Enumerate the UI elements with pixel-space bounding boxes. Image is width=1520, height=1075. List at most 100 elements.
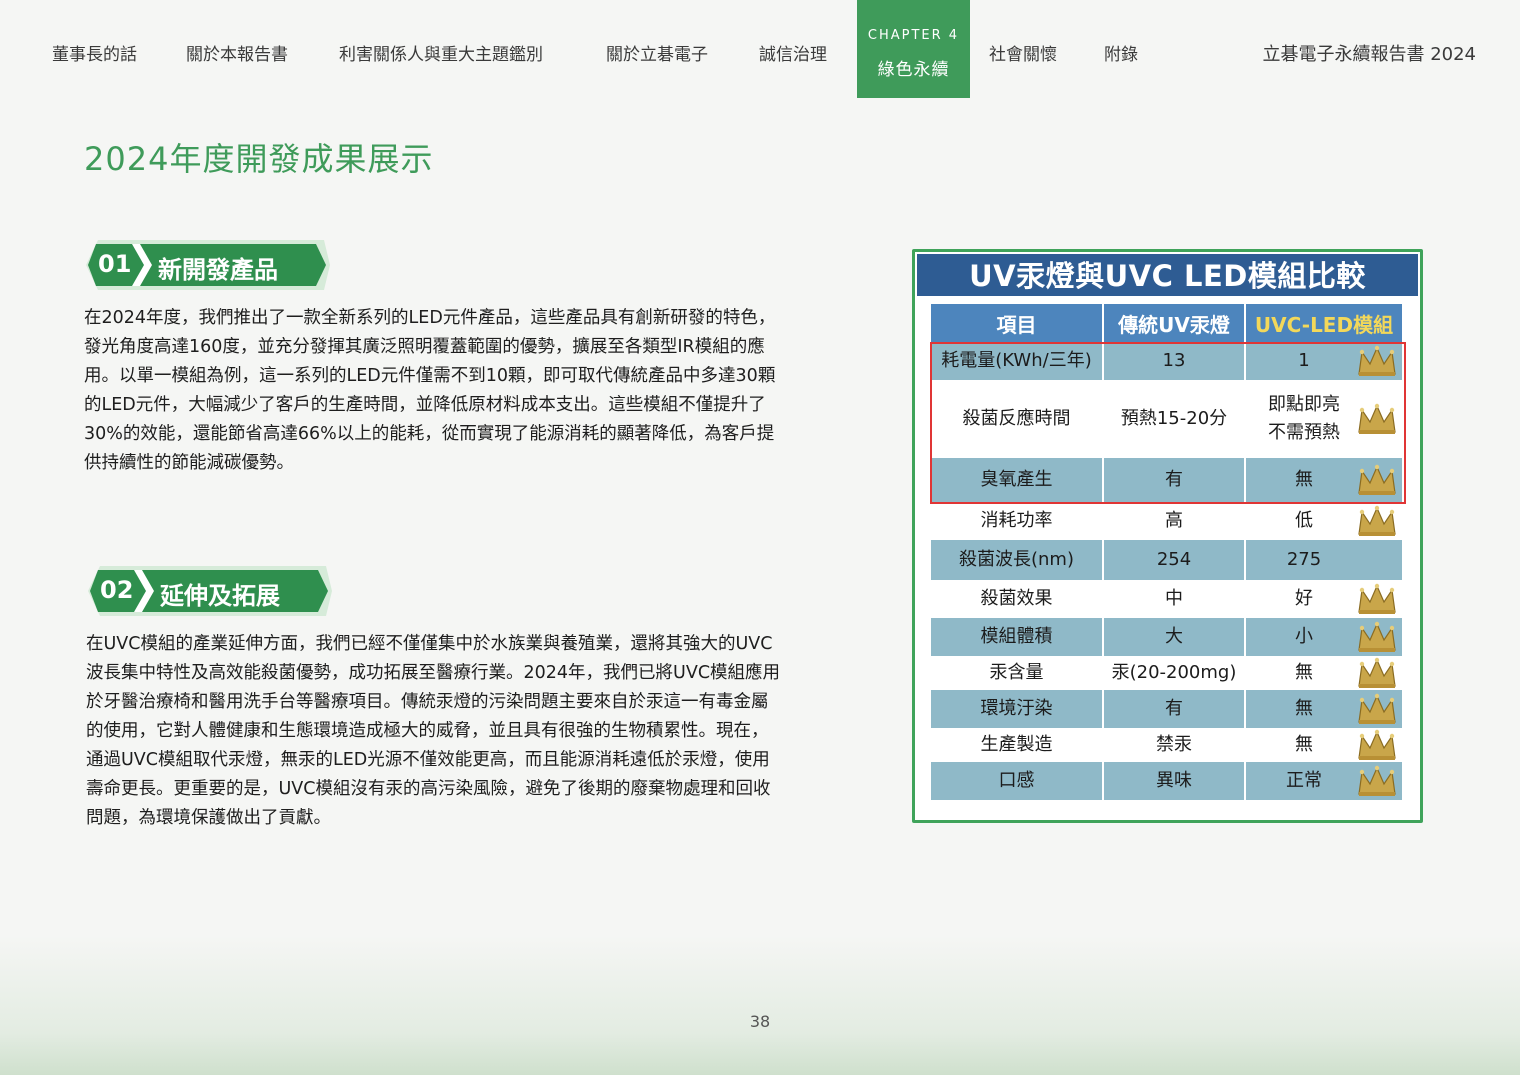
page-number: 38 (749, 1012, 771, 1031)
comparison-table-body: 耗電量(KWh/三年) 13 1 殺菌反應時間 預熱15-20分 即點即亮 不需預熱臭氧產… (931, 342, 1404, 800)
crown-icon (1356, 402, 1398, 436)
table-header-row: 項目 傳統UV汞燈 UVC-LED模組 (931, 304, 1404, 342)
cell-item: 殺菌效果 (931, 580, 1104, 618)
cell-traditional: 大 (1103, 618, 1246, 656)
cell-uvc-led-text: 低 (1295, 510, 1313, 531)
nav-item-about-report[interactable]: 關於本報告書 (186, 40, 288, 65)
cell-traditional: 汞(20-200mg) (1103, 656, 1246, 690)
cell-traditional-text: 汞(20-200mg) (1111, 662, 1237, 683)
section-number: 01 (98, 250, 132, 278)
cell-uvc-led-text: 無 (1295, 698, 1313, 719)
crown-icon (1356, 620, 1398, 654)
cell-traditional-text: 高 (1165, 510, 1183, 531)
section-number: 02 (100, 576, 134, 604)
table-row: 殺菌反應時間 預熱15-20分 即點即亮 不需預熱 (931, 380, 1404, 458)
section-label: 延伸及拓展 (160, 582, 280, 610)
cell-traditional: 有 (1103, 690, 1246, 728)
cell-item: 口感 (931, 762, 1104, 800)
crown-icon (1356, 656, 1398, 690)
comparison-table: 項目 傳統UV汞燈 UVC-LED模組 耗電量(KWh/三年) 13 1 殺菌反應時間… (931, 304, 1404, 800)
comparison-panel: UV汞燈與UVC LED模組比較 項目 傳統UV汞燈 UVC-LED模組 耗電量… (912, 249, 1423, 823)
crown-icon (1356, 764, 1398, 798)
table-row: 生產製造 禁汞 無 (931, 728, 1404, 762)
cell-traditional-text: 有 (1165, 698, 1183, 719)
cell-item: 殺菌波長(nm) (931, 540, 1104, 580)
cell-traditional-text: 禁汞 (1156, 734, 1192, 755)
table-row: 模組體積 大 小 (931, 618, 1404, 656)
cell-uvc-led-text: 無 (1295, 734, 1313, 755)
paragraph-line: 波長集中特性及高效能殺菌優勢，成功拓展至醫療行業。2024年，我們已將UVC模組… (86, 663, 781, 683)
cell-traditional: 高 (1103, 502, 1246, 540)
paragraph-line: 供持續性的節能減碳優勢。 (84, 453, 294, 473)
paragraph-line: 問題，為環境保護做出了貢獻。 (86, 808, 331, 828)
cell-uvc-led: 無 (1245, 690, 1404, 728)
cell-item-text: 臭氧產生 (980, 469, 1053, 490)
cell-uvc-led: 無 (1245, 458, 1404, 502)
nav-item-social[interactable]: 社會關懷 (989, 40, 1057, 65)
header-item: 項目 (931, 304, 1104, 342)
cell-uvc-led: 好 (1245, 580, 1404, 618)
cell-uvc-led: 275 (1245, 540, 1404, 580)
nav-item-governance[interactable]: 誠信治理 (759, 40, 827, 65)
nav-item-about-company[interactable]: 關於立碁電子 (606, 40, 708, 65)
cell-item-text: 消耗功率 (980, 510, 1053, 531)
cell-item-text: 汞含量 (989, 662, 1044, 683)
paragraph-line: 的使用，它對人體健康和生態環境造成極大的威脅，並且具有很強的生物積累性。現在， (86, 721, 769, 741)
cell-traditional-text: 13 (1162, 350, 1186, 371)
table-row: 消耗功率 高 低 (931, 502, 1404, 540)
cell-uvc-led-text: 好 (1295, 588, 1313, 609)
crown-icon (1356, 582, 1398, 616)
tab-green-sustainability[interactable]: CHAPTER 4 綠色永續 (857, 0, 970, 98)
cell-uvc-led: 小 (1245, 618, 1404, 656)
cell-uvc-led-text: 1 (1298, 350, 1310, 371)
cell-item: 模組體積 (931, 618, 1104, 656)
cell-traditional-text: 預熱15-20分 (1120, 408, 1228, 429)
cell-item-text: 殺菌效果 (980, 588, 1053, 609)
table-row: 環境汙染 有 無 (931, 690, 1404, 728)
cell-uvc-led: 正常 (1245, 762, 1404, 800)
crown-icon (1356, 463, 1398, 497)
cell-uvc-led-text: 275 (1286, 549, 1322, 570)
crown-icon (1356, 692, 1398, 726)
cell-traditional-text: 254 (1156, 549, 1192, 570)
cell-item: 環境汙染 (931, 690, 1104, 728)
comparison-title: UV汞燈與UVC LED模組比較 (917, 254, 1418, 296)
table-row: 汞含量 汞(20-200mg) 無 (931, 656, 1404, 690)
paragraph-line: 的LED元件，大幅減少了客戶的生產時間，並降低原材料成本支出。這些模組不僅提升了 (84, 395, 766, 415)
cell-item-text: 殺菌反應時間 (962, 408, 1071, 429)
cell-item: 耗電量(KWh/三年) (931, 342, 1104, 380)
cell-uvc-led: 無 (1245, 728, 1404, 762)
header-uvc-led: UVC-LED模組 (1245, 304, 1404, 342)
cell-uvc-led-text: 即點即亮 不需預熱 (1268, 394, 1340, 443)
cell-uvc-led: 低 (1245, 502, 1404, 540)
cell-uvc-led-text: 正常 (1286, 770, 1322, 791)
cell-traditional-text: 大 (1165, 626, 1183, 647)
page-background-fade (0, 935, 1520, 1075)
cell-item: 殺菌反應時間 (931, 380, 1104, 458)
cell-traditional: 中 (1103, 580, 1246, 618)
cell-uvc-led-text: 小 (1295, 626, 1313, 647)
cell-traditional-text: 有 (1165, 469, 1183, 490)
table-row: 臭氧產生 有 無 (931, 458, 1404, 502)
cell-traditional: 異味 (1103, 762, 1246, 800)
cell-traditional: 禁汞 (1103, 728, 1246, 762)
cell-item-text: 模組體積 (980, 626, 1053, 647)
cell-item: 消耗功率 (931, 502, 1104, 540)
nav-item-appendix[interactable]: 附錄 (1104, 40, 1138, 65)
section-header-01: 01 新開發產品 (84, 236, 332, 294)
cell-traditional: 有 (1103, 458, 1246, 502)
cell-uvc-led: 無 (1245, 656, 1404, 690)
cell-item-text: 耗電量(KWh/三年) (941, 350, 1092, 371)
cell-traditional-text: 中 (1165, 588, 1183, 609)
paragraph-line: 30%的效能，還能節省高達66%以上的能耗，從而實現了能源消耗的顯著降低，為客戶… (84, 424, 775, 444)
nav-item-chairman[interactable]: 董事長的話 (52, 40, 137, 65)
paragraph-line: 壽命更長。更重要的是，UVC模組沒有汞的高污染風險，避免了後期的廢棄物處理和回收 (86, 779, 771, 799)
cell-traditional: 254 (1103, 540, 1246, 580)
cell-item-text: 環境汙染 (980, 698, 1053, 719)
paragraph-line: 通過UVC模組取代汞燈，無汞的LED光源不僅效能更高，而且能源消耗遠低於汞燈，使… (86, 750, 770, 770)
cell-uvc-led-text: 無 (1295, 662, 1313, 683)
section-02-paragraph: 在UVC模組的產業延伸方面，我們已經不僅僅集中於水族業與養殖業，還將其強大的UV… (86, 630, 846, 833)
nav-item-stakeholders[interactable]: 利害關係人與重大主題鑑別 (339, 40, 543, 65)
paragraph-line: 在2024年度，我們推出了一款全新系列的LED元件產品，這些產品具有創新研發的特… (84, 308, 776, 328)
crown-icon (1356, 504, 1398, 538)
